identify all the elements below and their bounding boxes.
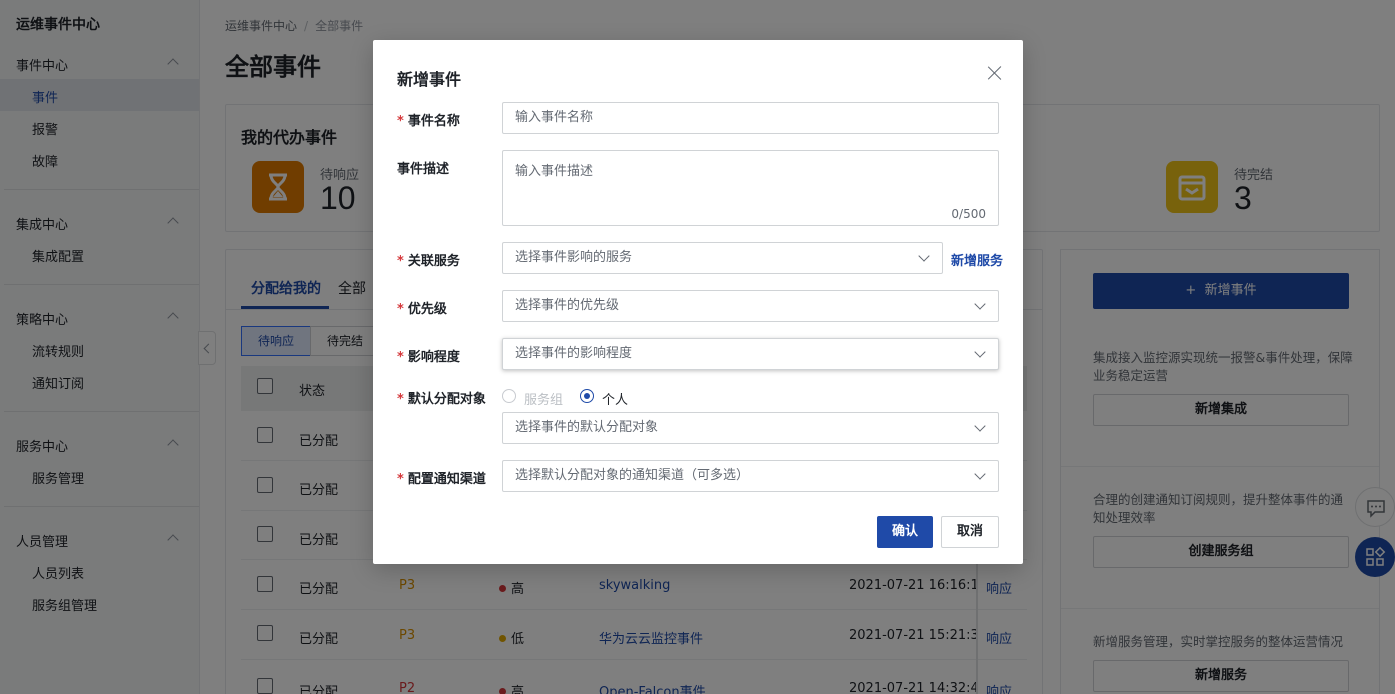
radio-label-service-group: 服务组 bbox=[524, 393, 564, 408]
field-label-assignee: * 默认分配对象 bbox=[397, 388, 486, 407]
radio-individual[interactable] bbox=[580, 389, 594, 403]
field-label-impact: * 影响程度 bbox=[397, 346, 460, 365]
field-label-text: 关联服务 bbox=[407, 254, 460, 269]
chevron-down-icon bbox=[974, 346, 986, 358]
chevron-down-icon bbox=[974, 468, 986, 480]
field-label-text: 影响程度 bbox=[407, 350, 460, 365]
select-placeholder: 选择事件的默认分配对象 bbox=[515, 420, 659, 435]
cancel-button[interactable]: 取消 bbox=[941, 516, 999, 548]
select-placeholder: 选择默认分配对象的通知渠道（可多选） bbox=[515, 468, 750, 483]
confirm-button[interactable]: 确认 bbox=[877, 516, 933, 548]
new-event-dialog: 新增事件 * 事件名称 输入事件名称 事件描述 输入事件描述 0/500 * 关联服… bbox=[373, 40, 1023, 564]
required-mark: * bbox=[397, 472, 404, 487]
field-label-name: * 事件名称 bbox=[397, 110, 460, 129]
required-mark: * bbox=[397, 254, 404, 269]
field-label-channel: * 配置通知渠道 bbox=[397, 468, 486, 487]
field-label-text: 默认分配对象 bbox=[407, 392, 486, 407]
chevron-down-icon bbox=[974, 420, 986, 432]
required-mark: * bbox=[397, 392, 404, 407]
service-select[interactable]: 选择事件影响的服务 bbox=[502, 242, 943, 274]
required-mark: * bbox=[397, 302, 404, 317]
close-icon[interactable] bbox=[987, 65, 1003, 81]
field-label-text: 优先级 bbox=[407, 302, 447, 317]
field-label-text: 事件名称 bbox=[407, 114, 460, 129]
field-label-desc: 事件描述 bbox=[397, 162, 450, 177]
dialog-title: 新增事件 bbox=[397, 70, 462, 89]
char-counter: 0/500 bbox=[951, 207, 986, 221]
notify-channel-select[interactable]: 选择默认分配对象的通知渠道（可多选） bbox=[502, 460, 999, 492]
select-placeholder: 选择事件的影响程度 bbox=[515, 346, 633, 361]
event-name-input[interactable]: 输入事件名称 bbox=[502, 102, 999, 134]
chevron-down-icon bbox=[918, 250, 930, 262]
textarea-placeholder: 输入事件描述 bbox=[515, 164, 594, 179]
required-mark: * bbox=[397, 350, 404, 365]
radio-label-individual: 个人 bbox=[602, 393, 629, 408]
select-placeholder: 选择事件的优先级 bbox=[515, 298, 620, 313]
required-mark: * bbox=[397, 114, 404, 129]
field-label-service: * 关联服务 bbox=[397, 250, 460, 269]
field-label-priority: * 优先级 bbox=[397, 298, 447, 317]
priority-select[interactable]: 选择事件的优先级 bbox=[502, 290, 999, 322]
event-desc-textarea[interactable]: 输入事件描述 0/500 bbox=[502, 150, 999, 226]
assignee-select[interactable]: 选择事件的默认分配对象 bbox=[502, 412, 999, 444]
chevron-down-icon bbox=[974, 298, 986, 310]
radio-service-group[interactable] bbox=[502, 389, 516, 403]
field-label-text: 配置通知渠道 bbox=[407, 472, 486, 487]
select-placeholder: 选择事件影响的服务 bbox=[515, 250, 633, 265]
add-service-link[interactable]: 新增服务 bbox=[951, 250, 1003, 269]
impact-select[interactable]: 选择事件的影响程度 bbox=[502, 338, 999, 370]
